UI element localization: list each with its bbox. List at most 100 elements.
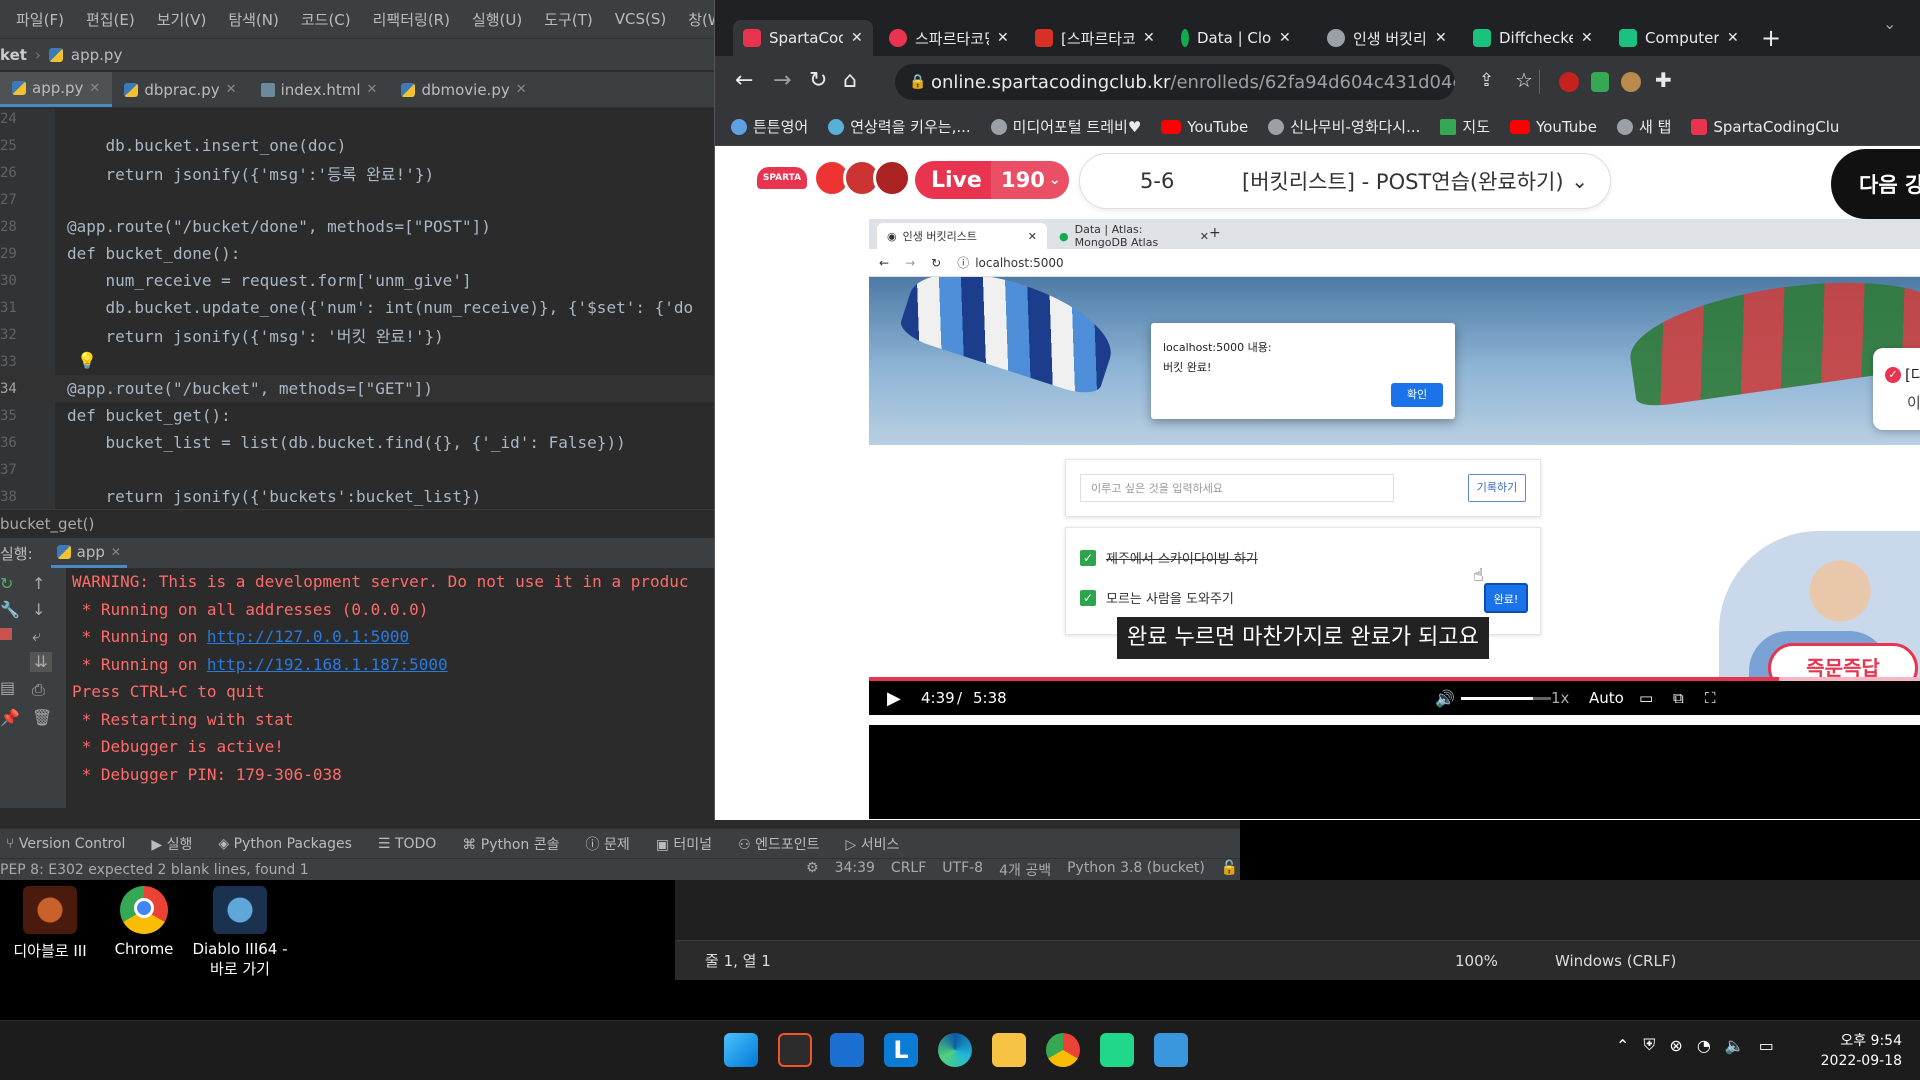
close-icon[interactable]: ✕ [851,30,863,46]
layout-icon[interactable]: ▤ [0,678,15,697]
path-file[interactable]: app.py [71,46,122,64]
editor-tab-dbprac[interactable]: dbprac.py ✕ [112,72,248,107]
tool-problems[interactable]: ⓘ 문제 [586,834,630,854]
trash-icon[interactable]: 🗑 [32,708,52,727]
stop-icon[interactable] [0,628,12,640]
quality-setting[interactable]: Auto [1589,689,1624,707]
bookmark-item[interactable]: YouTube [1161,118,1248,136]
folder-icon[interactable] [992,1033,1026,1067]
next-lesson-button[interactable]: 다음 강의 [1831,149,1920,219]
notepad-icon[interactable] [1154,1033,1188,1067]
chrome-tab[interactable]: Computer ✕ [1609,20,1749,56]
editor-tab-index[interactable]: index.html ✕ [249,72,390,107]
chrome-tab[interactable]: 인생 버킷리스트 ✕ [1317,20,1457,56]
menu-run[interactable]: 실행(U) [472,9,522,30]
adblock-extension-icon[interactable] [1591,72,1609,92]
soft-wrap-icon[interactable]: ⤶ [32,626,41,646]
wifi-icon[interactable]: ◔ [1697,1036,1711,1055]
print-icon[interactable]: ⎙ [32,680,45,700]
users-icon[interactable]: ⚙ [806,860,819,880]
menu-edit[interactable]: 편집(E) [86,9,135,30]
volume-slider[interactable] [1461,697,1551,700]
code-editor[interactable]: 24 25 db.bucket.insert_one(doc) 26 retur… [0,109,714,509]
close-icon[interactable]: ✕ [1727,30,1739,46]
close-icon[interactable]: ✕ [226,82,237,97]
inspection-message[interactable]: PEP 8: E302 expected 2 blank lines, foun… [0,862,309,878]
live-badge[interactable]: Live 190 ⌄ [915,161,1069,199]
desktop-icon-chrome[interactable]: Chrome [94,886,194,958]
address-bar[interactable]: 🔒 online.spartacodingclub.kr/enrolleds/6… [895,64,1455,100]
path-folder[interactable]: ket [0,46,27,64]
close-icon[interactable]: ✕ [516,82,527,97]
bookmark-star-icon[interactable]: ☆ [1515,68,1533,92]
menu-tools[interactable]: 도구(T) [544,9,592,30]
next-lesson-toast[interactable]: ✓ [다음강의] 버튼 이번 강의 수강이 [1873,348,1920,430]
localhost-link[interactable]: http://127.0.0.1:5000 [207,627,409,646]
lock-icon[interactable]: 🔓 [1221,860,1238,880]
caret-position[interactable]: 34:39 [835,860,875,880]
fullscreen-icon[interactable]: ⛶ [1705,689,1716,707]
chevron-up-icon[interactable]: ⌃ [1616,1036,1629,1055]
arrow-down-icon[interactable]: ↓ [32,600,45,619]
edge-icon[interactable] [938,1033,972,1067]
taskbar-clock[interactable]: 오후 9:54 2022-09-18 [1820,1031,1902,1071]
store-icon[interactable] [778,1033,812,1067]
editor-tab-dbmovie[interactable]: dbmovie.py ✕ [389,72,538,107]
chrome-tab[interactable]: Data | Cloud ✕ [1171,20,1301,56]
speaker-icon[interactable]: 🔈 [1725,1036,1745,1055]
tool-terminal[interactable]: ▣ 터미널 [656,834,712,854]
chrome-tab[interactable]: 스파르타코딩 ✕ [879,20,1019,56]
close-icon[interactable]: ✕ [997,30,1009,46]
file-encoding[interactable]: UTF-8 [942,860,983,880]
close-icon[interactable]: ✕ [1279,30,1291,46]
sparta-logo[interactable]: SPARTA [757,167,807,189]
tool-todo[interactable]: ☰ TODO [378,836,436,852]
menu-navigate[interactable]: 탐색(N) [228,9,279,30]
lightbulb-icon[interactable]: 💡 [77,351,97,370]
volume-icon[interactable]: 🔊 [1435,689,1455,708]
close-icon[interactable]: ✕ [1143,30,1155,46]
shield-icon[interactable]: ⛨ [1643,1035,1655,1055]
pycharm-icon[interactable] [1100,1033,1134,1067]
battery-icon[interactable]: ▭ [1759,1036,1774,1055]
tool-version-control[interactable]: ⑂ Version Control [6,836,125,852]
tab-search-icon[interactable]: ⌄ [1883,14,1896,33]
bookmark-item[interactable]: 신나무비-영화다시... [1268,116,1420,137]
lan-link[interactable]: http://192.168.1.187:5000 [207,655,448,674]
home-button[interactable]: ⌂ [843,68,857,93]
chrome-tab[interactable]: Diffchecker ✕ [1463,20,1603,56]
close-icon[interactable]: ✕ [111,545,121,559]
tool-endpoints[interactable]: ⚇ 엔드포인트 [738,834,819,854]
chrome-tab[interactable]: [스파르타코딩 ✕ [1025,20,1165,56]
mail-icon[interactable] [830,1033,864,1067]
line-separator[interactable]: CRLF [891,860,926,880]
menu-refactor[interactable]: 리팩터링(R) [373,9,450,30]
python-interpreter[interactable]: Python 3.8 (bucket) [1067,860,1205,880]
bookmark-item[interactable]: YouTube [1510,118,1597,136]
app-l-icon[interactable]: L [884,1033,918,1067]
extension-icon[interactable] [1621,72,1641,92]
bookmark-item[interactable]: 새 탭 [1617,116,1671,137]
run-console[interactable]: WARNING: This is a development server. D… [66,568,714,808]
bookmark-item[interactable]: 지도 [1440,116,1490,137]
menu-code[interactable]: 코드(C) [301,9,351,30]
tool-run[interactable]: ▶ 실행 [151,834,192,854]
tool-python-console[interactable]: ⌘ Python 콘솔 [462,834,559,854]
chrome-tab[interactable]: SpartaCoding ✕ [733,20,873,56]
close-icon[interactable]: ✕ [367,82,378,97]
close-icon[interactable]: ✕ [89,81,100,96]
video-player[interactable]: ◉ 인생 버킷리스트 ✕ ● Data | Atlas: MongoDB Atlas ✕… [869,219,1920,819]
editor-tab-app[interactable]: app.py ✕ [0,72,113,107]
menu-vcs[interactable]: VCS(S) [615,10,666,28]
new-tab-button[interactable]: + [1761,24,1781,52]
code-breadcrumb[interactable]: bucket_get() [0,509,714,537]
tool-services[interactable]: ▷ 서비스 [845,834,899,854]
reload-button[interactable]: ↻ [809,68,827,93]
indent-setting[interactable]: 4개 공백 [999,860,1051,880]
lesson-selector[interactable]: 5-6 [버킷리스트] - POST연습(완료하기) ⌄ [1079,153,1611,209]
pip-icon[interactable]: ⧉ [1673,689,1684,707]
bookmark-item[interactable]: 미디어포털 트레비♥ [990,116,1141,137]
menu-file[interactable]: 파일(F) [16,9,64,30]
tool-python-packages[interactable]: ◈ Python Packages [218,836,352,852]
puzzle-extension-icon[interactable]: ✚ [1655,68,1672,92]
